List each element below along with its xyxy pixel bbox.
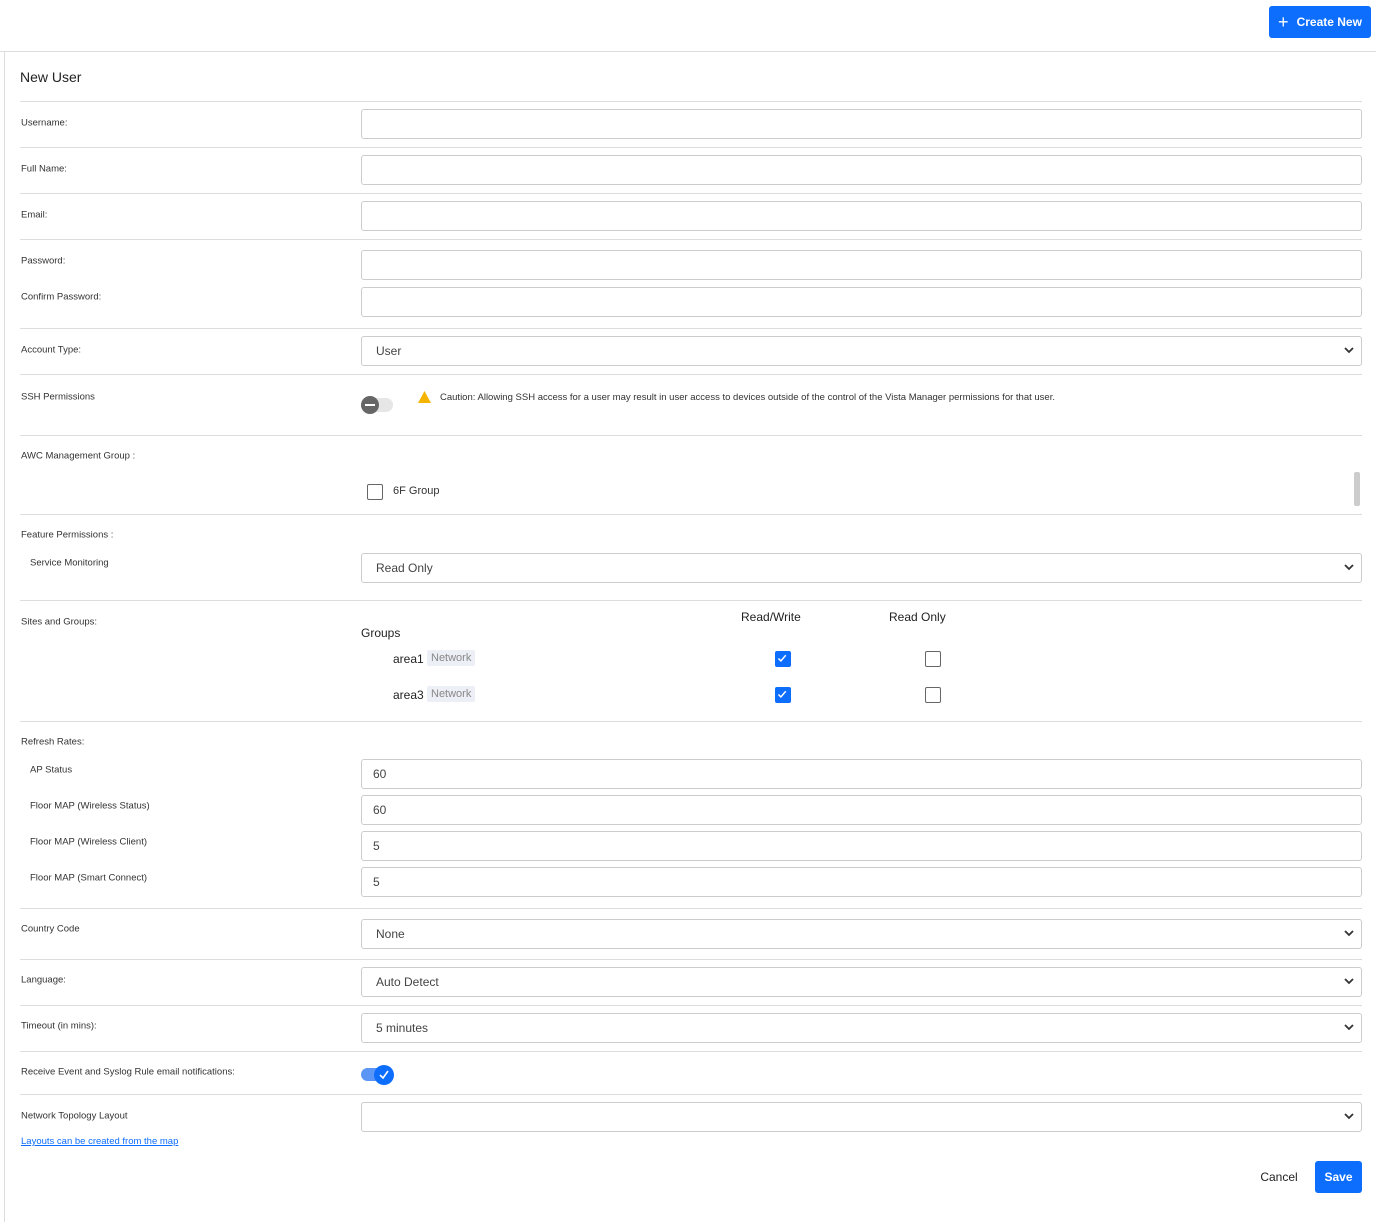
divider	[20, 721, 1362, 722]
confirm-password-input[interactable]	[361, 287, 1362, 317]
topology-label: Network Topology Layout	[21, 1110, 128, 1122]
wireless-status-input[interactable]: 60	[361, 795, 1362, 825]
scrollbar[interactable]	[1354, 472, 1360, 506]
timeout-label: Timeout (in mins):	[21, 1020, 97, 1032]
ap-status-input[interactable]: 60	[361, 759, 1362, 789]
divider	[20, 1094, 1362, 1095]
language-select[interactable]: Auto Detect	[361, 967, 1362, 997]
country-code-select[interactable]: None	[361, 919, 1362, 949]
password-input[interactable]	[361, 250, 1362, 280]
awc-group-label: AWC Management Group :	[21, 450, 136, 462]
divider	[20, 959, 1362, 960]
email-label: Email:	[21, 209, 48, 221]
ssh-caution-text: Caution: Allowing SSH access for a user …	[440, 392, 1055, 403]
chevron-down-icon	[1344, 1113, 1354, 1120]
toggle-knob	[374, 1065, 394, 1085]
ap-status-label: AP Status	[30, 764, 73, 776]
divider	[20, 147, 1362, 148]
wireless-client-label: Floor MAP (Wireless Client)	[30, 836, 148, 848]
read-write-checkbox[interactable]	[775, 651, 791, 667]
wireless-status-label: Floor MAP (Wireless Status)	[30, 800, 150, 812]
service-monitoring-label: Service Monitoring	[30, 557, 109, 569]
page-title: New User	[20, 69, 82, 85]
full-name-input[interactable]	[361, 155, 1362, 185]
cancel-button[interactable]: Cancel	[1252, 1162, 1306, 1192]
read-only-header: Read Only	[889, 610, 946, 624]
username-input[interactable]	[361, 109, 1362, 139]
plus-icon: +	[1278, 11, 1289, 32]
create-new-button[interactable]: + Create New	[1269, 6, 1371, 38]
divider	[20, 908, 1362, 909]
chevron-down-icon	[1344, 564, 1354, 571]
group-name: area1	[393, 652, 424, 666]
read-write-checkbox[interactable]	[775, 687, 791, 703]
divider	[20, 374, 1362, 375]
check-icon	[777, 690, 787, 699]
group-name: area3	[393, 688, 424, 702]
header-divider	[0, 51, 1376, 52]
awc-group-checkbox[interactable]	[367, 484, 383, 500]
timeout-select[interactable]: 5 minutes	[361, 1013, 1362, 1043]
full-name-label: Full Name:	[21, 163, 67, 175]
chevron-down-icon	[1344, 930, 1354, 937]
chevron-down-icon	[1344, 978, 1354, 985]
divider	[20, 193, 1362, 194]
account-type-label: Account Type:	[21, 344, 82, 356]
check-icon	[777, 654, 787, 663]
confirm-password-label: Confirm Password:	[21, 291, 102, 303]
smart-connect-label: Floor MAP (Smart Connect)	[30, 872, 148, 884]
notifications-toggle[interactable]	[361, 1065, 394, 1085]
read-only-checkbox[interactable]	[925, 687, 941, 703]
group-type-tag: Network	[427, 686, 476, 702]
feature-permissions-label: Feature Permissions :	[21, 529, 114, 541]
save-button[interactable]: Save	[1315, 1161, 1362, 1193]
group-type-tag: Network	[427, 650, 476, 666]
service-monitoring-select[interactable]: Read Only	[361, 553, 1362, 583]
chevron-down-icon	[1344, 347, 1354, 354]
divider	[20, 435, 1362, 436]
password-label: Password:	[21, 255, 66, 267]
divider	[20, 239, 1362, 240]
username-label: Username:	[21, 117, 68, 129]
read-only-checkbox[interactable]	[925, 651, 941, 667]
divider	[20, 328, 1362, 329]
account-type-select[interactable]: User	[361, 336, 1362, 366]
ssh-label: SSH Permissions	[21, 391, 95, 403]
wireless-client-input[interactable]: 5	[361, 831, 1362, 861]
check-icon	[379, 1070, 389, 1080]
read-write-header: Read/Write	[741, 610, 801, 624]
divider	[20, 101, 1362, 102]
toggle-knob	[361, 396, 379, 414]
smart-connect-input[interactable]: 5	[361, 867, 1362, 897]
groups-header: Groups	[361, 626, 401, 640]
layouts-link[interactable]: Layouts can be created from the map	[21, 1136, 178, 1147]
chevron-down-icon	[1344, 1024, 1354, 1031]
awc-group-name: 6F Group	[393, 485, 440, 497]
divider	[20, 1051, 1362, 1052]
country-code-label: Country Code	[21, 923, 80, 935]
divider	[20, 1005, 1362, 1006]
divider	[20, 600, 1362, 601]
email-input[interactable]	[361, 201, 1362, 231]
topology-select[interactable]	[361, 1102, 1362, 1132]
notifications-label: Receive Event and Syslog Rule email noti…	[21, 1066, 235, 1078]
ssh-toggle[interactable]	[361, 396, 393, 414]
divider	[20, 514, 1362, 515]
warning-icon	[418, 391, 431, 403]
panel-border	[4, 52, 5, 1222]
refresh-rates-label: Refresh Rates:	[21, 736, 85, 748]
language-label: Language:	[21, 974, 66, 986]
sites-groups-label: Sites and Groups:	[21, 616, 98, 628]
